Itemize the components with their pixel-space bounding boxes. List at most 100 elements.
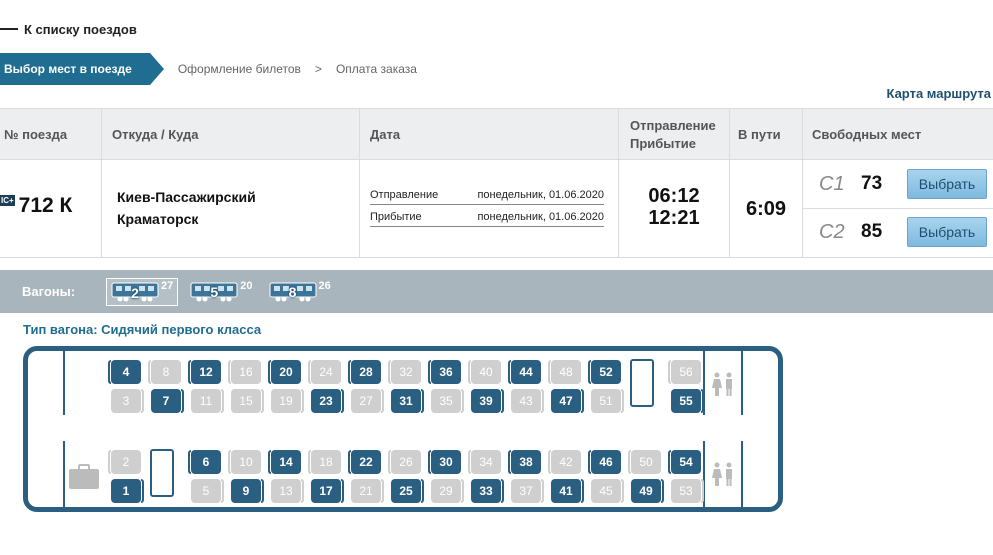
train-number-cell: IC+ 712 К <box>0 194 72 218</box>
wagon-tab-2[interactable]: 2 27 <box>106 277 179 306</box>
seat-21: 21 <box>351 479 384 503</box>
car-type-label: Тип вагона: Сидячий первого класса <box>23 322 262 337</box>
seat-45: 45 <box>591 479 624 503</box>
seat-32: 32 <box>388 360 421 384</box>
free-seats-count: 85 <box>861 221 883 242</box>
back-dash-icon <box>0 28 18 30</box>
wagon-number: 2 <box>131 284 139 301</box>
class-name: С1 <box>819 172 845 195</box>
wc-icon <box>712 372 732 396</box>
th-route: Откуда / Куда <box>112 126 199 142</box>
seat-25[interactable]: 25 <box>391 479 424 503</box>
col-divider <box>101 109 102 258</box>
th-dep-arr: Отправление Прибытие <box>630 109 716 160</box>
wagon-number: 5 <box>210 283 219 300</box>
seat-5: 5 <box>191 479 224 503</box>
seat-16: 16 <box>228 360 261 384</box>
class-row-c2: С2 85 Выбрать <box>803 208 993 256</box>
chevron-right-icon: > <box>314 62 322 76</box>
seat-26: 26 <box>388 450 421 474</box>
seat-50: 50 <box>628 450 661 474</box>
col-divider <box>359 109 360 258</box>
seat-54[interactable]: 54 <box>668 450 701 474</box>
seat-44[interactable]: 44 <box>508 360 541 384</box>
class-row-c1: С1 73 Выбрать <box>803 160 993 208</box>
seat-4[interactable]: 4 <box>108 360 141 384</box>
seat-47[interactable]: 47 <box>551 389 584 413</box>
seat-14[interactable]: 14 <box>268 450 301 474</box>
seat-34: 34 <box>468 450 501 474</box>
arrival-date-row: Прибытие понедельник, 01.06.2020 <box>370 211 604 227</box>
wagons-label: Вагоны: <box>22 284 76 299</box>
seat-52[interactable]: 52 <box>588 360 621 384</box>
seat-23[interactable]: 23 <box>311 389 344 413</box>
departure-time: 06:12 <box>648 185 700 207</box>
departure-date-row: Отправление понедельник, 01.06.2020 <box>370 189 604 205</box>
seat-7[interactable]: 7 <box>151 389 184 413</box>
departure-label: Отправление <box>370 189 439 201</box>
th-travel: В пути <box>738 126 781 142</box>
seat-36[interactable]: 36 <box>428 360 461 384</box>
seat-15: 15 <box>231 389 264 413</box>
seat-39[interactable]: 39 <box>471 389 504 413</box>
choose-c1-button[interactable]: Выбрать <box>907 169 987 199</box>
choose-c2-button[interactable]: Выбрать <box>907 217 987 247</box>
th-date: Дата <box>370 126 401 142</box>
back-to-trains-link[interactable]: К списку поездов <box>0 19 137 39</box>
step-seat-selection[interactable]: Выбор мест в поезде <box>0 53 164 85</box>
seat-6[interactable]: 6 <box>188 450 221 474</box>
seat-51: 51 <box>591 389 624 413</box>
th-free: Свободных мест <box>812 126 922 142</box>
arrival-label: Прибытие <box>370 211 422 223</box>
seat-3: 3 <box>111 389 144 413</box>
seat-30[interactable]: 30 <box>428 450 461 474</box>
seat-41[interactable]: 41 <box>551 479 584 503</box>
seat-56: 56 <box>668 360 701 384</box>
partition-end-top <box>741 351 743 415</box>
step-payment: Оплата заказа <box>335 62 417 76</box>
seat-17[interactable]: 17 <box>311 479 344 503</box>
seat-24: 24 <box>308 360 341 384</box>
seat-9[interactable]: 9 <box>231 479 264 503</box>
seat-31[interactable]: 31 <box>391 389 424 413</box>
wagon-free-count: 27 <box>161 279 174 292</box>
table-icon <box>150 449 174 497</box>
seat-37: 37 <box>511 479 544 503</box>
free-seats-count: 73 <box>861 173 883 194</box>
route-cell: Киев-Пассажирский Краматорск <box>117 186 256 230</box>
seat-20[interactable]: 20 <box>268 360 301 384</box>
seat-55[interactable]: 55 <box>671 389 704 413</box>
seat-43: 43 <box>511 389 544 413</box>
step-ticket-form: Оформление билетов <box>177 62 301 76</box>
seat-38[interactable]: 38 <box>508 450 541 474</box>
route-from: Киев-Пассажирский <box>117 189 256 205</box>
seat-46[interactable]: 46 <box>588 450 621 474</box>
back-label: К списку поездов <box>24 21 137 37</box>
seat-48: 48 <box>548 360 581 384</box>
wagons-bar: Вагоны: 2 27 5 20 8 26 <box>0 270 993 313</box>
route-map-link[interactable]: Карта маршрута <box>886 86 991 101</box>
seat-1[interactable]: 1 <box>111 479 144 503</box>
seat-11: 11 <box>191 389 224 413</box>
intercity-plus-badge: IC+ <box>0 194 15 206</box>
seat-49[interactable]: 49 <box>631 479 664 503</box>
seat-19: 19 <box>271 389 304 413</box>
seat-18: 18 <box>308 450 341 474</box>
wagon-number: 8 <box>288 283 297 300</box>
partition-left-top <box>63 351 65 415</box>
wagon-tab-5[interactable]: 5 20 <box>186 278 256 306</box>
wagon-tab-8[interactable]: 8 26 <box>265 278 335 306</box>
partition-end-bottom <box>741 441 743 507</box>
seat-8: 8 <box>148 360 181 384</box>
seat-28[interactable]: 28 <box>348 360 381 384</box>
seat-42: 42 <box>548 450 581 474</box>
seat-29: 29 <box>431 479 464 503</box>
seat-33[interactable]: 33 <box>471 479 504 503</box>
seat-13: 13 <box>271 479 304 503</box>
wc-icon <box>712 462 732 486</box>
seat-12[interactable]: 12 <box>188 360 221 384</box>
partition-left-bottom <box>63 441 65 507</box>
car-seat-map: 4 8 12 16 20 24 28 32 36 40 44 48 52 56 3 7 11 15 19 23 27 31… <box>23 346 783 512</box>
luggage-icon <box>69 464 99 489</box>
seat-22[interactable]: 22 <box>348 450 381 474</box>
